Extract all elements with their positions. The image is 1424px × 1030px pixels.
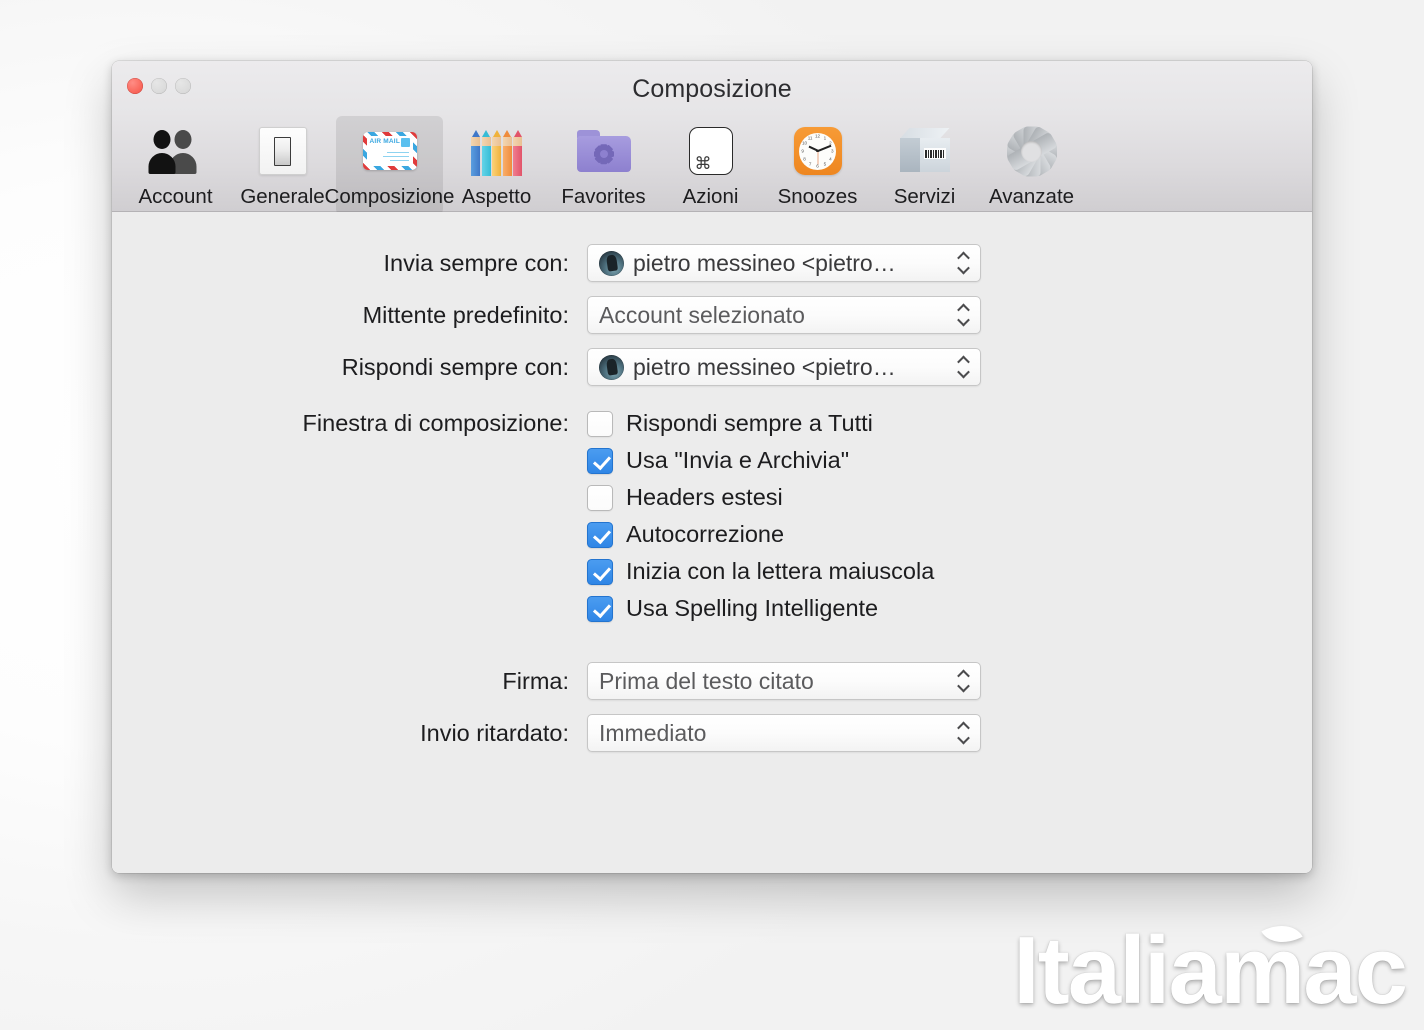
- toolbar-tab-label: Composizione: [324, 185, 455, 208]
- window-title: Composizione: [632, 75, 792, 103]
- checkbox-label: Rispondi sempre a Tutti: [626, 410, 873, 436]
- toolbar-tab-account[interactable]: Account: [122, 116, 229, 215]
- checkbox-label: Usa Spelling Intelligente: [626, 595, 879, 621]
- toolbar-tab-generale[interactable]: Generale: [229, 116, 336, 215]
- reply-always-with-popup[interactable]: pietro messineo <pietro…: [587, 348, 981, 386]
- popup-value: pietro messineo <pietro…: [633, 353, 896, 380]
- toolbar-tab-label: Generale: [240, 185, 325, 208]
- signature-popup[interactable]: Prima del testo citato: [587, 662, 981, 700]
- airmail-envelope-icon: AIR MAIL: [361, 124, 419, 178]
- checkbox-reply-all[interactable]: [587, 410, 613, 437]
- checkbox-row-smart-spelling: Usa Spelling Intelligente: [112, 595, 1312, 622]
- toolbar-tab-servizi[interactable]: Servizi: [871, 116, 978, 215]
- checkbox-label: Autocorrezione: [626, 521, 785, 547]
- gear-icon: [1003, 124, 1061, 178]
- checkbox-row-extended-headers: Headers estesi: [112, 484, 1312, 511]
- toolbar-tab-favorites[interactable]: Favorites: [550, 116, 657, 215]
- chevron-updown-icon: [956, 669, 970, 693]
- compose-window-group: Finestra di composizione: Rispondi sempr…: [112, 410, 1312, 622]
- label-compose-window: Finestra di composizione:: [302, 410, 569, 436]
- preferences-window: Composizione Account Generale AIR MAIL C…: [112, 61, 1312, 873]
- checkbox-extended-headers[interactable]: [587, 484, 613, 511]
- toolbar-tab-label: Aspetto: [461, 185, 532, 208]
- barcode-box-icon: [896, 124, 954, 178]
- label-signature: Firma:: [502, 667, 569, 694]
- row-default-sender: Mittente predefinito: Account selezionat…: [112, 296, 1312, 334]
- popup-value: Account selezionato: [599, 301, 805, 328]
- light-switch-icon: [254, 124, 312, 178]
- toolbar-tab-avanzate[interactable]: Avanzate: [978, 116, 1085, 215]
- checkbox-send-archive[interactable]: [587, 447, 613, 474]
- chevron-updown-icon: [956, 251, 970, 275]
- checkbox-autocorrection[interactable]: [587, 521, 613, 548]
- chevron-updown-icon: [956, 721, 970, 745]
- default-sender-popup[interactable]: Account selezionato: [587, 296, 981, 334]
- checkbox-smart-spelling[interactable]: [587, 595, 613, 622]
- row-signature: Firma: Prima del testo citato: [112, 662, 1312, 700]
- checkbox-label: Inizia con la lettera maiuscola: [626, 558, 935, 584]
- command-key-icon: ⌘: [682, 124, 740, 178]
- checkbox-row-capitalize: Inizia con la lettera maiuscola: [112, 558, 1312, 585]
- toolbar-tab-label: Account: [138, 185, 213, 208]
- toolbar-tab-label: Favorites: [561, 185, 646, 208]
- toolbar-tab-aspetto[interactable]: Aspetto: [443, 116, 550, 215]
- chevron-updown-icon: [956, 355, 970, 379]
- toolbar-tab-label: Servizi: [893, 185, 956, 208]
- popup-value: Prima del testo citato: [599, 667, 814, 694]
- purple-folder-gear-icon: [575, 124, 633, 178]
- toolbar-tab-label: Azioni: [682, 185, 739, 208]
- toolbar-tab-label: Snoozes: [777, 185, 858, 208]
- checkbox-row-autocorrection: Autocorrezione: [112, 521, 1312, 548]
- toolbar: Account Generale AIR MAIL Composizione A…: [122, 116, 1085, 215]
- checkbox-capitalize[interactable]: [587, 558, 613, 585]
- preferences-content: Invia sempre con: pietro messineo <pietr…: [112, 212, 1312, 873]
- row-send-always-with: Invia sempre con: pietro messineo <pietr…: [112, 244, 1312, 282]
- checkbox-label: Headers estesi: [626, 484, 783, 510]
- row-reply-always-with: Rispondi sempre con: pietro messineo <pi…: [112, 348, 1312, 386]
- popup-value: pietro messineo <pietro…: [633, 249, 896, 276]
- toolbar-tab-composizione[interactable]: AIR MAIL Composizione: [325, 116, 454, 215]
- send-always-with-popup[interactable]: pietro messineo <pietro…: [587, 244, 981, 282]
- window-titlebar: Composizione Account Generale AIR MAIL C…: [112, 61, 1312, 215]
- delayed-send-popup[interactable]: Immediato: [587, 714, 981, 752]
- row-delayed-send: Invio ritardato: Immediato: [112, 714, 1312, 752]
- watermark-text: Italiamac: [1013, 917, 1408, 1024]
- toolbar-tab-azioni[interactable]: ⌘ Azioni: [657, 116, 764, 215]
- colored-pencils-icon: [468, 124, 526, 178]
- label-default-sender: Mittente predefinito:: [362, 301, 569, 328]
- orange-clock-icon: 12 1 2 3 4 5 6 7 8 9 10 11: [789, 124, 847, 178]
- label-delayed-send: Invio ritardato:: [420, 719, 569, 746]
- toolbar-tab-label: Avanzate: [988, 185, 1075, 208]
- checkbox-label: Usa "Invia e Archivia": [626, 447, 850, 473]
- checkbox-row-send-archive: Usa "Invia e Archivia": [112, 447, 1312, 474]
- avatar: [599, 250, 624, 276]
- label-send-always-with: Invia sempre con:: [383, 249, 569, 276]
- chevron-updown-icon: [956, 303, 970, 327]
- popup-value: Immediato: [599, 719, 707, 746]
- people-icon: [147, 124, 205, 178]
- avatar: [599, 354, 624, 380]
- italiamac-watermark: Italiamac: [1013, 915, 1408, 1026]
- toolbar-tab-snoozes[interactable]: 12 1 2 3 4 5 6 7 8 9 10 11 Snoozes: [764, 116, 871, 215]
- checkbox-row-reply-all: Finestra di composizione: Rispondi sempr…: [112, 410, 1312, 437]
- label-reply-always-with: Rispondi sempre con:: [341, 353, 569, 380]
